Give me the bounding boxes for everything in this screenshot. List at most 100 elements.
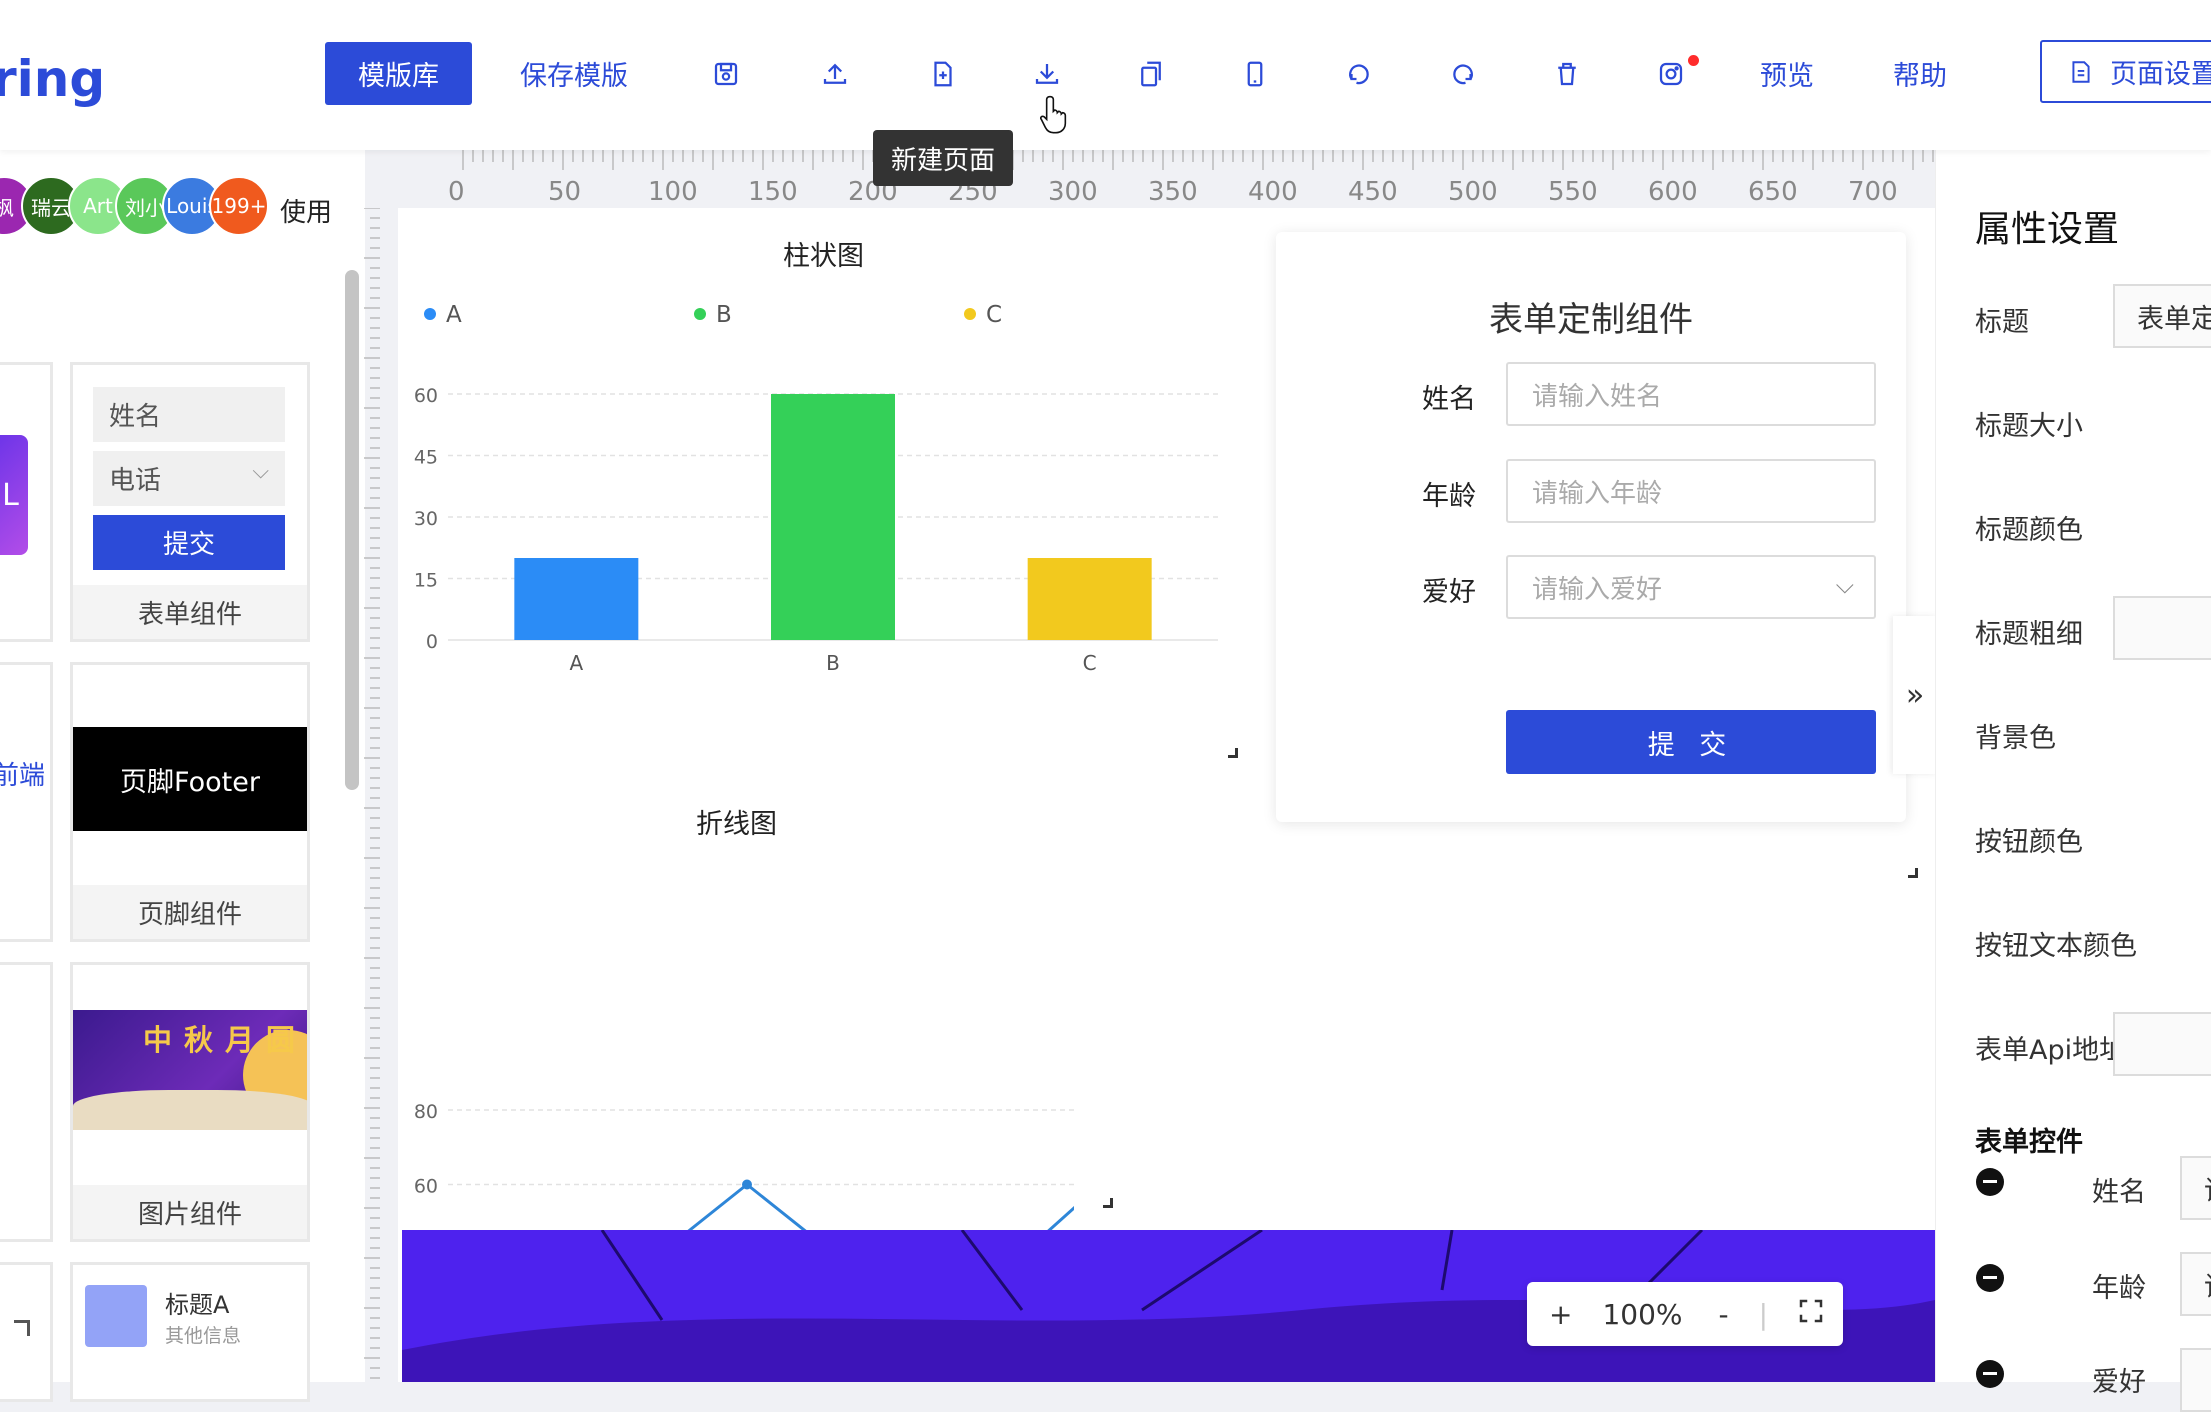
resize-handle[interactable] [1103, 1198, 1113, 1208]
avatar[interactable]: 199+ [209, 176, 269, 236]
undo-icon[interactable] [1344, 58, 1374, 90]
line-point[interactable] [742, 1179, 752, 1190]
age-label: 年龄 [1422, 481, 1476, 512]
app-logo: ring [0, 50, 106, 108]
resize-handle[interactable] [1908, 868, 1918, 878]
download-icon[interactable] [1032, 58, 1062, 90]
ruler-label: 500 [1448, 177, 1498, 207]
legend-marker [964, 308, 976, 320]
prop-title-input[interactable]: 表单定制组件 [2113, 284, 2211, 348]
prop-api-url-input[interactable] [2113, 1012, 2211, 1076]
zoom-in-button[interactable]: + [1549, 1298, 1572, 1331]
name-input[interactable]: 请输入姓名 [1506, 362, 1876, 426]
list-thumbnail [85, 1285, 147, 1347]
y-tick-label: 15 [414, 570, 438, 592]
prop-title-weight-input[interactable] [2113, 596, 2211, 660]
ruler-label: 700 [1848, 177, 1898, 207]
zoom-divider: | [1758, 1297, 1769, 1331]
redo-icon[interactable] [1448, 58, 1478, 90]
x-tick-label: A [569, 651, 583, 675]
footer-component-card[interactable]: 页脚Footer 页脚组件 [70, 662, 310, 942]
corner-mark [14, 1320, 30, 1336]
delete-icon[interactable] [1552, 58, 1582, 90]
age-input[interactable]: 请输入年龄 [1506, 459, 1876, 523]
partial-component-card-3[interactable] [0, 962, 53, 1242]
remove-control-icon[interactable] [1976, 1168, 2004, 1196]
form-component-card[interactable]: 姓名 电话 ⌵ 提交 表单组件 [70, 362, 310, 642]
partial-component-card-2[interactable]: 前端 [0, 662, 53, 942]
remove-control-icon[interactable] [1976, 1264, 2004, 1292]
save-icon[interactable] [711, 58, 741, 90]
bar[interactable] [771, 394, 895, 640]
copy-icon[interactable] [1136, 58, 1166, 90]
control-input-age[interactable]: 请 [2180, 1252, 2211, 1316]
bar[interactable] [514, 558, 639, 640]
upload-icon[interactable] [820, 58, 850, 90]
sidebar-scrollbar[interactable] [345, 270, 359, 790]
y-tick-label: 45 [414, 447, 438, 469]
mini-phone-field: 电话 ⌵ [93, 451, 285, 506]
x-tick-label: C [1083, 651, 1097, 675]
help-button[interactable]: 帮助 [1893, 54, 1947, 93]
mini-phone-label: 电话 [109, 466, 162, 496]
hobby-select[interactable]: 请输入爱好 ⌵ [1506, 555, 1876, 619]
hand-cursor-icon [1040, 94, 1072, 138]
x-tick-label: B [826, 651, 840, 675]
legend-label: A [446, 302, 462, 328]
list-title: 标题A [165, 1291, 230, 1319]
control-input-name[interactable]: 请 [2180, 1156, 2211, 1220]
image-component-card[interactable]: 中秋月圆 图片组件 [70, 962, 310, 1242]
image-component-label: 图片组件 [73, 1185, 307, 1239]
legend-marker [694, 308, 706, 320]
footer-preview: 页脚Footer [73, 727, 307, 831]
y-tick-label: 80 [414, 1101, 438, 1123]
list-component-card[interactable]: 标题A 其他信息 [70, 1262, 310, 1402]
zoom-control: + 100% - | [1527, 1282, 1843, 1346]
resize-handle[interactable] [1228, 748, 1238, 758]
top-toolbar: ring 模版库 保存模版 预览 帮助 页面设置 [0, 0, 2211, 150]
bar-chart[interactable]: A B C 0 15 30 45 60 A B C [398, 278, 1258, 898]
control-label-hobby: 爱好 [2092, 1367, 2146, 1398]
remove-control-icon[interactable] [1976, 1360, 2004, 1388]
form-component-label: 表单组件 [73, 585, 307, 639]
cloud-shape [73, 1090, 307, 1130]
page-settings-label: 页面设置 [2110, 59, 2211, 90]
template-library-button[interactable]: 模版库 [325, 42, 472, 105]
vertical-ruler [360, 208, 380, 1382]
bar[interactable] [1027, 558, 1152, 640]
mobile-icon[interactable] [1240, 58, 1270, 90]
preview-button[interactable]: 预览 [1760, 54, 1814, 93]
hobby-placeholder: 请输入爱好 [1532, 574, 1663, 605]
form-submit-button[interactable]: 提 交 [1506, 710, 1876, 774]
fullscreen-icon[interactable] [1796, 1296, 1826, 1333]
control-label-name: 姓名 [2092, 1177, 2146, 1208]
new-page-tooltip: 新建页面 [873, 130, 1013, 186]
prop-label-button-text-color: 按钮文本颜色 [1975, 931, 2137, 962]
ruler-label: 600 [1648, 177, 1698, 207]
ruler-label: 0 [448, 177, 465, 207]
bar-chart-title: 柱状图 [783, 241, 864, 272]
control-input-hobby[interactable] [2180, 1348, 2211, 1412]
notification-dot [1688, 55, 1699, 66]
zoom-out-button[interactable]: - [1719, 1298, 1729, 1331]
prop-label-button-color: 按钮颜色 [1975, 827, 2083, 858]
custom-form-component[interactable]: 表单定制组件 姓名 请输入姓名 年龄 请输入年龄 爱好 请输入爱好 ⌵ 提 交 [1276, 232, 1906, 822]
prop-label-bg-color: 背景色 [1975, 723, 2056, 754]
partial-component-card-1[interactable]: L [0, 362, 53, 642]
save-template-button[interactable]: 保存模版 [520, 54, 628, 93]
zoom-level: 100% [1602, 1297, 1683, 1331]
design-canvas[interactable]: 柱状图 ABC015304560ABC 折线图 020406080ABC 表单定… [398, 208, 1935, 1382]
ruler-label: 400 [1248, 177, 1298, 207]
prop-label-title: 标题 [1975, 307, 2029, 338]
collapse-panel-button[interactable]: » [1893, 616, 1937, 774]
y-tick-label: 0 [426, 631, 438, 653]
prop-label-title-weight: 标题粗细 [1975, 619, 2083, 650]
ruler-label: 150 [748, 177, 798, 207]
prop-label-title-size: 标题大小 [1975, 411, 2083, 442]
instagram-icon[interactable] [1656, 58, 1686, 90]
list-subtitle: 其他信息 [165, 1325, 242, 1347]
mid-autumn-image: 中秋月圆 [73, 1010, 307, 1130]
legend-label: B [716, 302, 732, 328]
new-page-icon[interactable] [928, 58, 958, 90]
page-settings-button[interactable]: 页面设置 [2040, 40, 2211, 103]
